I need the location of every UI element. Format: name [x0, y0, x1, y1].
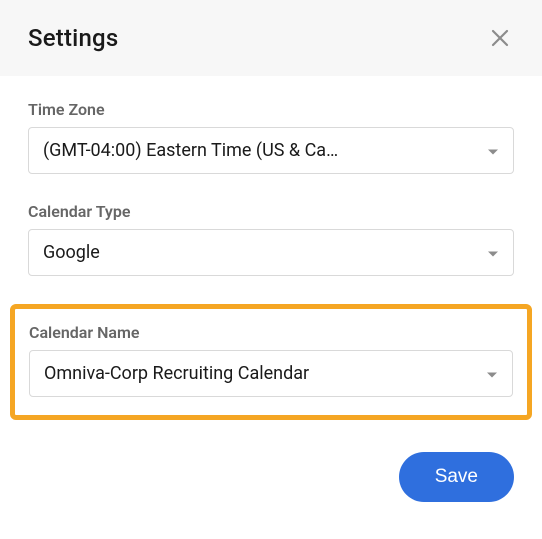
time-zone-select[interactable]: (GMT-04:00) Eastern Time (US & Ca… [28, 127, 514, 174]
dialog-content: Time Zone (GMT-04:00) Eastern Time (US &… [0, 76, 542, 420]
caret-down-icon [486, 363, 498, 384]
calendar-name-select[interactable]: Omniva-Corp Recruiting Calendar [29, 350, 513, 397]
close-button[interactable] [486, 24, 514, 52]
field-time-zone: Time Zone (GMT-04:00) Eastern Time (US &… [28, 100, 514, 174]
calendar-type-value: Google [43, 242, 469, 263]
field-calendar-name: Calendar Name Omniva-Corp Recruiting Cal… [10, 304, 532, 420]
calendar-name-value: Omniva-Corp Recruiting Calendar [44, 363, 468, 384]
close-icon [490, 28, 510, 48]
calendar-type-select[interactable]: Google [28, 229, 514, 276]
dialog-footer: Save [0, 444, 542, 522]
calendar-name-label: Calendar Name [29, 323, 513, 342]
dialog-header: Settings [0, 0, 542, 76]
field-calendar-type: Calendar Type Google [28, 202, 514, 276]
save-button[interactable]: Save [399, 452, 514, 502]
calendar-type-label: Calendar Type [28, 202, 514, 221]
dialog-title: Settings [28, 24, 118, 52]
caret-down-icon [487, 140, 499, 161]
caret-down-icon [487, 242, 499, 263]
time-zone-value: (GMT-04:00) Eastern Time (US & Ca… [43, 140, 469, 161]
time-zone-label: Time Zone [28, 100, 514, 119]
